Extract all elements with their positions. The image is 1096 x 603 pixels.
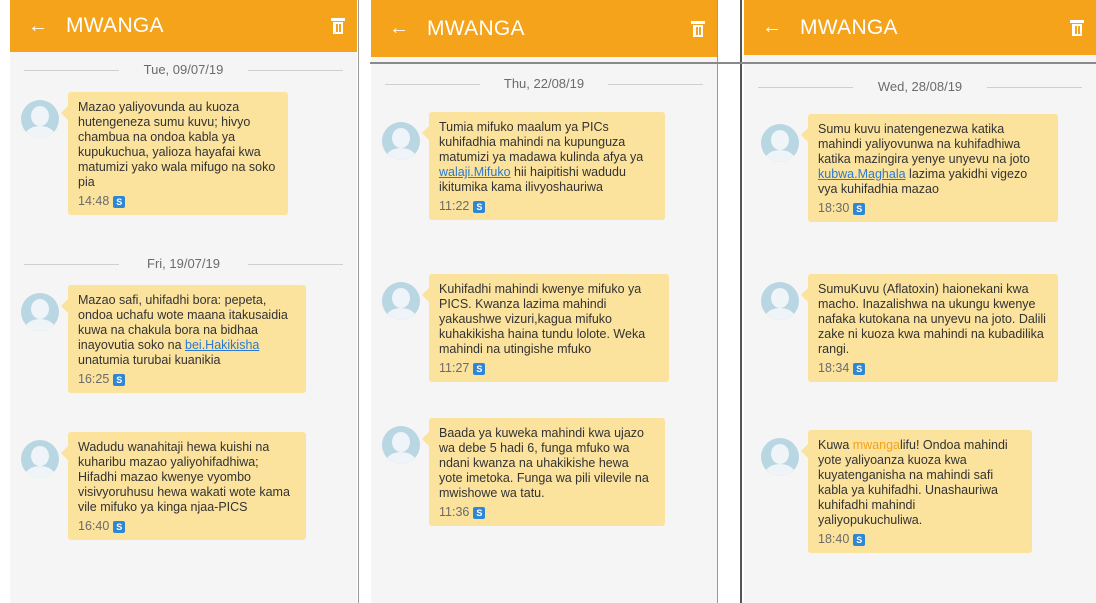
message-time: 11:27 bbox=[439, 361, 470, 375]
message-text: SumuKuvu (Aflatoxin) haionekani kwa mach… bbox=[818, 282, 1046, 356]
sim-icon: S bbox=[853, 362, 866, 375]
sms-screen-3: ← MWANGA Wed, 28/08/19 Sumu kuvu inateng… bbox=[744, 0, 1096, 603]
back-arrow-icon[interactable]: ← bbox=[28, 15, 50, 38]
highlighted-word: mwanga bbox=[852, 438, 900, 452]
trash-icon[interactable] bbox=[331, 18, 345, 34]
sim-icon: S bbox=[473, 200, 486, 213]
conversation-title: MWANGA bbox=[800, 15, 898, 39]
sim-icon: S bbox=[473, 506, 486, 519]
contact-avatar-icon[interactable] bbox=[382, 282, 420, 320]
contact-avatar-icon[interactable] bbox=[761, 124, 799, 162]
sim-icon: S bbox=[853, 202, 866, 215]
contact-avatar-icon[interactable] bbox=[761, 282, 799, 320]
app-bar: ← MWANGA bbox=[371, 0, 717, 57]
contact-avatar-icon[interactable] bbox=[382, 122, 420, 160]
message-bubble[interactable]: Wadudu wanahitaji hewa kuishi na kuharib… bbox=[61, 432, 306, 540]
back-arrow-icon[interactable]: ← bbox=[762, 16, 784, 39]
trash-icon[interactable] bbox=[691, 20, 705, 37]
message-time: 16:40 bbox=[78, 519, 110, 533]
back-arrow-icon[interactable]: ← bbox=[389, 17, 411, 40]
panel-divider bbox=[717, 0, 718, 603]
date-separator: Thu, 22/08/19 bbox=[371, 76, 717, 91]
panel-divider bbox=[370, 62, 1096, 64]
message-link[interactable]: walaji.Mifuko bbox=[439, 165, 511, 179]
message-text: Mazao safi, uhifadhi bora: pepeta, ondoa… bbox=[78, 293, 288, 367]
message-bubble[interactable]: Kuwa mwangalifu! Ondoa mahindi yote yali… bbox=[801, 430, 1032, 553]
message-link[interactable]: bei.Hakikisha bbox=[185, 338, 259, 352]
message-text: Kuhifadhi mahindi kwenye mifuko ya PICS.… bbox=[439, 282, 646, 356]
app-bar: ← MWANGA bbox=[744, 0, 1096, 55]
panel-divider bbox=[358, 0, 359, 603]
message-text: Wadudu wanahitaji hewa kuishi na kuharib… bbox=[78, 440, 290, 514]
sms-screen-2: ← MWANGA Thu, 22/08/19 Tumia mifuko maal… bbox=[371, 0, 717, 603]
conversation-title: MWANGA bbox=[427, 16, 525, 40]
message-text: Mazao yaliyovunda au kuoza hutengeneza s… bbox=[78, 100, 276, 189]
contact-avatar-icon[interactable] bbox=[21, 100, 59, 138]
message-bubble[interactable]: Baada ya kuweka mahindi kwa ujazo wa deb… bbox=[422, 418, 665, 526]
app-bar: ← MWANGA bbox=[10, 0, 357, 52]
date-separator: Wed, 28/08/19 bbox=[744, 79, 1096, 94]
message-text: Sumu kuvu inatengenezwa katika mahindi y… bbox=[818, 122, 1030, 196]
message-bubble[interactable]: Mazao safi, uhifadhi bora: pepeta, ondoa… bbox=[61, 285, 306, 393]
sms-screen-1: ← MWANGA Tue, 09/07/19 Mazao yaliyovunda… bbox=[10, 0, 357, 603]
message-time: 14:48 bbox=[78, 194, 110, 208]
message-bubble[interactable]: Mazao yaliyovunda au kuoza hutengeneza s… bbox=[61, 92, 288, 215]
message-time: 11:22 bbox=[439, 199, 470, 213]
date-separator: Tue, 09/07/19 bbox=[10, 62, 357, 77]
contact-avatar-icon[interactable] bbox=[761, 438, 799, 476]
panel-divider bbox=[740, 0, 742, 603]
message-bubble[interactable]: Sumu kuvu inatengenezwa katika mahindi y… bbox=[801, 114, 1058, 222]
message-text: Tumia mifuko maalum ya PICs kuhifadhia m… bbox=[439, 120, 644, 194]
message-text: Kuwa mwangalifu! Ondoa mahindi yote yali… bbox=[818, 438, 1008, 527]
message-time: 16:25 bbox=[78, 372, 110, 386]
contact-avatar-icon[interactable] bbox=[21, 293, 59, 331]
message-time: 11:36 bbox=[439, 505, 470, 519]
message-bubble[interactable]: SumuKuvu (Aflatoxin) haionekani kwa mach… bbox=[801, 274, 1058, 382]
contact-avatar-icon[interactable] bbox=[21, 440, 59, 478]
date-separator: Fri, 19/07/19 bbox=[10, 256, 357, 271]
trash-icon[interactable] bbox=[1070, 19, 1084, 36]
message-bubble[interactable]: Kuhifadhi mahindi kwenye mifuko ya PICS.… bbox=[422, 274, 669, 382]
message-time: 18:34 bbox=[818, 361, 850, 375]
message-text: Baada ya kuweka mahindi kwa ujazo wa deb… bbox=[439, 426, 649, 500]
sim-icon: S bbox=[113, 520, 126, 533]
sim-icon: S bbox=[113, 195, 126, 208]
message-link[interactable]: kubwa.Maghala bbox=[818, 167, 906, 181]
message-bubble[interactable]: Tumia mifuko maalum ya PICs kuhifadhia m… bbox=[422, 112, 665, 220]
contact-avatar-icon[interactable] bbox=[382, 426, 420, 464]
sim-icon: S bbox=[113, 373, 126, 386]
message-time: 18:30 bbox=[818, 201, 850, 215]
sim-icon: S bbox=[853, 533, 866, 546]
message-time: 18:40 bbox=[818, 532, 850, 546]
sim-icon: S bbox=[473, 362, 486, 375]
conversation-title: MWANGA bbox=[66, 14, 164, 37]
